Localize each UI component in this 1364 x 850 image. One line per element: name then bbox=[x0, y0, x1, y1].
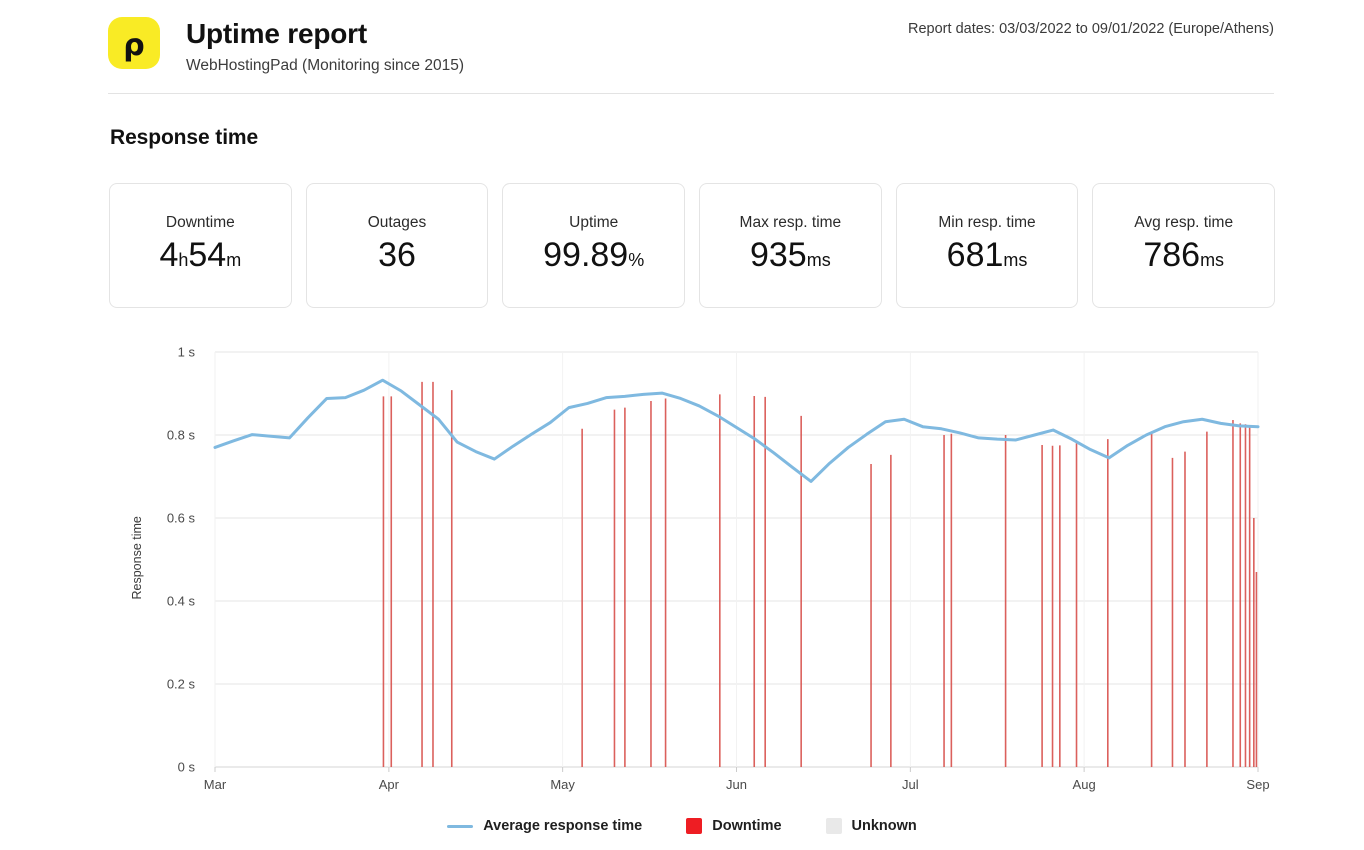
stat-card-label: Min resp. time bbox=[938, 213, 1036, 231]
uptime-report-page: ρ Uptime report WebHostingPad (Monitorin… bbox=[0, 0, 1364, 850]
legend-item-unknown[interactable]: Unknown bbox=[825, 818, 917, 834]
stat-value-number: 99.89 bbox=[543, 235, 629, 274]
stat-card-value: 681 ms bbox=[946, 235, 1028, 274]
x-axis-tick-label: Jun bbox=[726, 777, 747, 792]
y-axis-tick-label: 0.2 s bbox=[167, 677, 196, 692]
stat-card: Outages 36 bbox=[305, 183, 489, 308]
stat-card-value: 4 h 54 m bbox=[159, 235, 242, 274]
header-titles: Uptime report WebHostingPad (Monitoring … bbox=[186, 17, 464, 76]
report-dates: Report dates: 03/03/2022 to 09/01/2022 (… bbox=[908, 21, 1274, 37]
stat-card: Avg resp. time 786 ms bbox=[1092, 183, 1276, 308]
stat-value-number: 786 bbox=[1143, 235, 1201, 274]
page-subtitle: WebHostingPad (Monitoring since 2015) bbox=[186, 57, 465, 75]
stat-card: Uptime 99.89% bbox=[502, 183, 686, 308]
stat-value-number: 4 bbox=[159, 235, 179, 274]
brand: ρ Uptime report WebHostingPad (Monitorin… bbox=[108, 0, 464, 76]
legend-marker-unknown-icon bbox=[825, 818, 842, 834]
stat-card-label: Max resp. time bbox=[739, 213, 842, 231]
legend-item-downtime[interactable]: Downtime bbox=[686, 818, 782, 834]
stat-value-unit: % bbox=[628, 249, 645, 270]
legend-marker-average-response-time-icon bbox=[447, 824, 474, 828]
y-axis-tick-label: 0.6 s bbox=[167, 511, 196, 526]
stat-card: Downtime 4 h 54 m bbox=[109, 183, 292, 308]
x-axis-tick-label: Sep bbox=[1246, 777, 1269, 792]
y-axis-tick-label: 0.4 s bbox=[167, 594, 196, 609]
stat-value-number: 935 bbox=[749, 235, 807, 274]
y-axis-tick-label: 0 s bbox=[178, 760, 196, 775]
stat-card-value: 786 ms bbox=[1143, 235, 1225, 274]
stat-value-unit: ms bbox=[1200, 249, 1225, 270]
pingdom-logo-icon: ρ bbox=[108, 17, 160, 69]
stat-cards: Downtime 4 h 54 m Outages 36 Uptime 99.89% Max re… bbox=[109, 183, 1276, 308]
downtime-bars bbox=[382, 381, 1258, 767]
chart-legend: Average response time Downtime Unknown bbox=[0, 818, 1364, 834]
stat-value-unit-2: m bbox=[226, 249, 242, 270]
x-axis-tick-label: Apr bbox=[379, 777, 400, 792]
legend-label: Downtime bbox=[712, 818, 782, 834]
stat-value-unit: ms bbox=[806, 249, 831, 270]
response-time-chart-svg: 0 s 0.2 s 0.4 s 0.6 s 0.8 s 1 s Response time M… bbox=[130, 345, 1270, 793]
y-axis-tick-label: 1 s bbox=[178, 345, 196, 360]
stat-card-value: 36 bbox=[378, 235, 416, 274]
x-axis-tick-label: May bbox=[550, 777, 575, 792]
stat-card: Min resp. time 681 ms bbox=[895, 183, 1079, 308]
y-axis-title: Response time bbox=[130, 516, 144, 599]
stat-value-unit: h bbox=[178, 249, 189, 270]
page-title: Uptime report bbox=[186, 18, 367, 49]
stat-card-label: Outages bbox=[367, 213, 427, 231]
stat-value-unit: ms bbox=[1003, 249, 1028, 270]
stat-value-number-2: 54 bbox=[188, 235, 227, 274]
section-title-response-time: Response time bbox=[110, 126, 259, 149]
legend-marker-downtime-icon bbox=[686, 818, 703, 834]
x-axis-tick-label: Jul bbox=[902, 777, 919, 792]
legend-label: Average response time bbox=[483, 818, 643, 834]
legend-label: Unknown bbox=[851, 818, 917, 834]
x-axis-tick-label: Mar bbox=[204, 777, 227, 792]
stat-card-value: 935 ms bbox=[749, 235, 831, 274]
report-header: ρ Uptime report WebHostingPad (Monitorin… bbox=[108, 0, 1274, 94]
y-axis-tick-label: 0.8 s bbox=[167, 428, 196, 443]
legend-item-average-response-time[interactable]: Average response time bbox=[447, 818, 642, 834]
stat-value-number: 36 bbox=[378, 235, 416, 274]
stat-card-label: Avg resp. time bbox=[1134, 213, 1234, 231]
stat-card-label: Downtime bbox=[165, 213, 235, 231]
response-time-chart: 0 s 0.2 s 0.4 s 0.6 s 0.8 s 1 s Response time M… bbox=[0, 320, 1364, 850]
logo-glyph: ρ bbox=[123, 27, 145, 63]
stat-card-label: Uptime bbox=[569, 213, 619, 231]
stat-card-value: 99.89% bbox=[543, 235, 645, 274]
stat-card: Max resp. time 935 ms bbox=[699, 183, 882, 308]
x-axis-tick-label: Aug bbox=[1073, 777, 1096, 792]
stat-value-number: 681 bbox=[946, 235, 1004, 274]
